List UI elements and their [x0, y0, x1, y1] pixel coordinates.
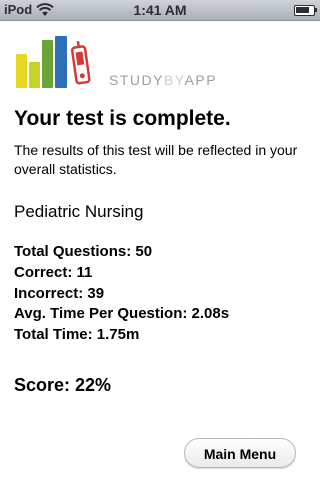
- main-menu-button[interactable]: Main Menu: [184, 438, 296, 468]
- clock-time: 1:41 AM: [133, 2, 187, 18]
- results-description: The results of this test will be reflect…: [14, 142, 298, 177]
- logo-word-by: BY: [163, 72, 185, 88]
- logo-bar-2: [29, 62, 40, 88]
- logo-bar-1: [16, 54, 27, 88]
- stat-incorrect: Incorrect: 39: [14, 284, 105, 302]
- stat-total-questions: Total Questions: 50: [14, 243, 153, 260]
- battery-icon: [294, 5, 317, 16]
- stats-list: Total Questions: 50 Correct: 11 Incorrec…: [14, 242, 229, 346]
- logo-bar-4: [55, 36, 67, 88]
- battery-level: [296, 7, 309, 13]
- logo-word-study: STUDY: [109, 72, 164, 88]
- stat-correct: Correct: 11: [14, 263, 93, 281]
- stat-total-time: Total Time: 1.75m: [14, 326, 140, 344]
- stat-avg-time: Avg. Time Per Question: 2.08s: [14, 305, 230, 323]
- logo-wordmark: STUDYBYAPP: [109, 72, 217, 88]
- score-label: Score: 22%: [14, 375, 112, 395]
- test-subject: Pediatric Nursing: [14, 202, 144, 221]
- logo-bar-3: [42, 40, 53, 88]
- logo-word-app: APP: [184, 72, 218, 88]
- status-bar: iPod 1:41 AM: [0, 0, 320, 21]
- page-title: Your test is complete.: [14, 107, 231, 130]
- logo-phone: [70, 40, 91, 85]
